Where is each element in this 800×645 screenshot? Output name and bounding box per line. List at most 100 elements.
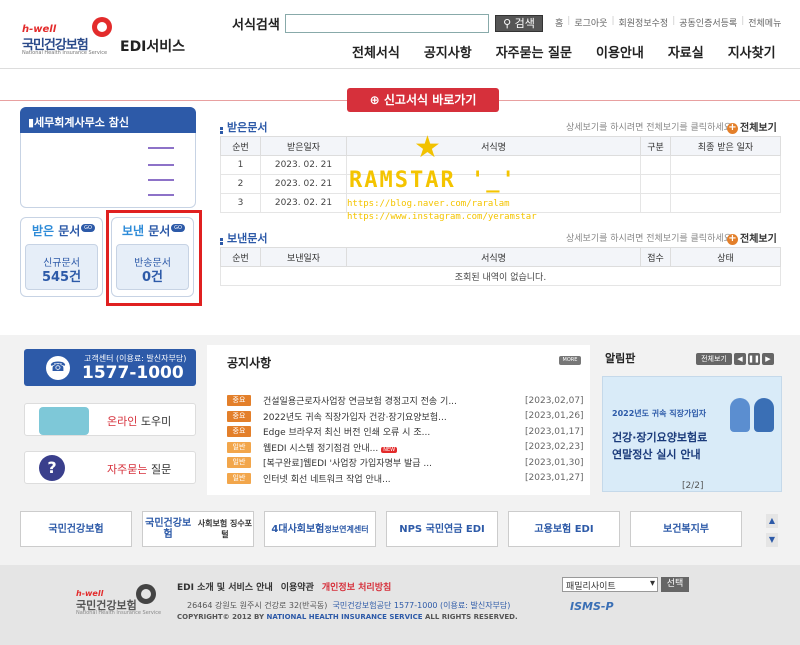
util-profile-link[interactable]: 회원정보수정 [619, 16, 669, 29]
list-item[interactable]: 일반 웹EDI 시스템 정기점검 안내... NEW [2023,02,23] [227, 440, 584, 456]
notice-list: 중요 건설일용근로자사업장 연금보험 경정고지 전송 기... [2023,02,0… [227, 393, 584, 487]
person-illustration-icon [730, 398, 750, 432]
nav-notice[interactable]: 공지사항 [424, 42, 472, 61]
nav-all-forms[interactable]: 전체서식 [352, 42, 400, 61]
online-help-button[interactable]: 온라인 도우미 [24, 403, 196, 436]
nav-guide[interactable]: 이용안내 [596, 42, 644, 61]
list-item[interactable]: 중요 2022년도 귀속 직장가입자 건강·장기요양보험... [2023,01,2… [227, 409, 584, 425]
prev-icon[interactable]: ◀ [734, 353, 746, 365]
received-go-badge[interactable]: GO [81, 224, 95, 232]
heart-logo-icon [92, 17, 112, 37]
alarm-banner-heading: 건강·장기요양보험료 연말정산 실시 안내 [612, 431, 708, 461]
faq-button[interactable]: ? 자주묻는 질문 [24, 451, 196, 484]
list-item[interactable]: 중요 건설일용근로자사업장 연금보험 경정고지 전송 기... [2023,02,0… [227, 393, 584, 409]
office-line-2 [148, 164, 174, 166]
alarm-title: 알림판 [605, 352, 636, 365]
person-illustration-icon [754, 398, 774, 432]
sent-hint: 상세보기를 하시려면 전체보기를 클릭하세요. [566, 234, 735, 244]
footer-logo-sub: National Health Insurance Service [76, 610, 162, 616]
list-item[interactable]: 일반 인터넷 회선 네트워크 작업 안내... [2023,01,27] [227, 471, 584, 487]
family-site-button[interactable]: 선택 [661, 577, 689, 592]
col-header: 최종 받은 일자 [670, 136, 781, 156]
util-menu-link[interactable]: 전체메뉴 [748, 16, 781, 29]
highlight-box [106, 210, 202, 306]
partner-nps-edi[interactable]: NPS 국민연금 EDI [386, 511, 498, 547]
bullet-icon [220, 126, 223, 130]
footer-link-privacy[interactable]: 개인정보 처리방침 [322, 580, 391, 593]
plus-circle-icon: ⊕ [369, 93, 384, 107]
nav-faq[interactable]: 자주묻는 질문 [496, 42, 572, 61]
footer-address: 26464 강원도 원주시 건강로 32(반곡동) 국민건강보험공단 1577-… [187, 601, 511, 610]
search-label: 서식검색 [232, 18, 280, 33]
partner-employment-edi[interactable]: 고용보험 EDI [508, 511, 620, 547]
callcenter-banner[interactable]: ☎ 고객센터 (이용료: 발신자부담) 1577-1000 [24, 349, 196, 386]
notice-more-button[interactable]: MORE [559, 356, 581, 365]
util-home-link[interactable]: 홈 [555, 16, 563, 29]
table-header-row: 순번 보낸일자 서식명 접수 상태 [220, 247, 781, 267]
sent-full-view[interactable]: + 전체보기 [727, 230, 777, 245]
new-doc-count: 545건 [41, 270, 82, 285]
scroll-up-icon[interactable]: ▲ [766, 514, 778, 528]
alarm-full-view-button[interactable]: 전체보기 [696, 353, 732, 365]
bullet-icon [220, 237, 223, 241]
footer-copyright: COPYRIGHT© 2012 BY NATIONAL HEALTH INSUR… [177, 613, 518, 621]
help-person-icon [39, 407, 89, 435]
question-icon: ? [39, 455, 65, 481]
office-title: ▮세무회계사무소 참신 [20, 107, 196, 133]
partner-collection-portal[interactable]: 국민건강보험 사회보험 징수포털 [142, 511, 254, 547]
nav-branch[interactable]: 지사찾기 [728, 42, 776, 61]
footer-link-terms[interactable]: 이용약관 [281, 580, 314, 593]
partner-nhis[interactable]: 국민건강보험 [20, 511, 132, 547]
form-shortcut-button[interactable]: ⊕ 신고서식 바로가기 [347, 88, 499, 112]
partner-links: 국민건강보험 국민건강보험 사회보험 징수포털 4대사회보험 정보연계센터 NPS… [20, 511, 742, 547]
office-line-3 [148, 179, 174, 181]
alarm-banner-line1: 2022년도 귀속 직장가입자 [612, 409, 707, 418]
received-doc-title: 받은 문서 [32, 224, 81, 238]
empty-message: 조회된 내역이 없습니다. [220, 266, 781, 286]
isms-logo: ISMS-P [570, 600, 614, 613]
col-header: 구분 [640, 136, 671, 156]
phone-icon: ☎ [46, 356, 70, 380]
watermark-url-1: https://blog.naver.com/raralam [347, 199, 510, 209]
list-item[interactable]: 일반 [복구완료]웹EDI '사업장 가입자명부 발급 ... [2023,01,3… [227, 455, 584, 471]
office-line-1 [148, 147, 174, 149]
scroll-down-icon[interactable]: ▼ [766, 533, 778, 547]
star-icon: ★ [414, 130, 441, 165]
header-divider [0, 68, 800, 69]
next-icon[interactable]: ▶ [762, 353, 774, 365]
received-hint: 상세보기를 하시려면 전체보기를 클릭하세요. [566, 123, 735, 133]
received-full-view[interactable]: + 전체보기 [727, 119, 777, 134]
main-navigation: 전체서식 공지사항 자주묻는 질문 이용안내 자료실 지사찾기 [352, 42, 800, 61]
search-button[interactable]: ⚲ 검색 [495, 15, 543, 32]
sent-section-title: 보낸문서 [220, 230, 267, 246]
footer-links: EDI 소개 및 서비스 안내 이용약관 개인정보 처리방침 [177, 580, 391, 593]
notice-title: 공지사항 [227, 356, 272, 370]
col-header: 서식명 [346, 136, 641, 156]
callcenter-number: 1577-1000 [82, 363, 184, 383]
partner-mohw[interactable]: 보건복지부 [630, 511, 742, 547]
utility-links: 홈 | 로그아웃 | 회원정보수정 | 공동인증서등록 | 전체메뉴 [555, 16, 782, 29]
search-input[interactable] [285, 14, 489, 33]
nav-archive[interactable]: 자료실 [668, 42, 704, 61]
received-section-title: 받은문서 [220, 119, 267, 135]
new-doc-card[interactable]: 신규문서 545건 [25, 244, 98, 290]
watermark-url-2: https://www.instagram.com/yeramstar [347, 212, 537, 222]
search-icon: ⚲ [503, 17, 515, 30]
pause-icon[interactable]: ❚❚ [748, 353, 760, 365]
new-badge: NEW [381, 446, 398, 453]
sent-table: 순번 보낸일자 서식명 접수 상태 조회된 내역이 없습니다. [220, 247, 781, 286]
list-item[interactable]: 중요 Edge 브라우저 최신 버전 인쇄 오류 시 조... [2023,01,1… [227, 424, 584, 440]
util-logout-link[interactable]: 로그아웃 [574, 16, 607, 29]
family-site-select[interactable]: 패밀리사이트 [562, 577, 658, 592]
edi-service-title: EDI서비스 [120, 39, 186, 55]
col-header: 순번 [220, 136, 261, 156]
util-cert-link[interactable]: 공동인증서등록 [679, 16, 737, 29]
watermark-text: RAMSTAR '_' [349, 168, 517, 193]
logo-subtitle: National Health Insurance Service [22, 50, 108, 56]
partner-4insurance[interactable]: 4대사회보험 정보연계센터 [264, 511, 376, 547]
table-row-empty: 조회된 내역이 없습니다. [220, 266, 781, 286]
footer-link-about[interactable]: EDI 소개 및 서비스 안내 [177, 580, 273, 593]
table-header-row: 순번 받은일자 서식명 구분 최종 받은 일자 [220, 136, 781, 156]
plus-icon: + [727, 232, 738, 245]
plus-icon: + [727, 121, 738, 134]
